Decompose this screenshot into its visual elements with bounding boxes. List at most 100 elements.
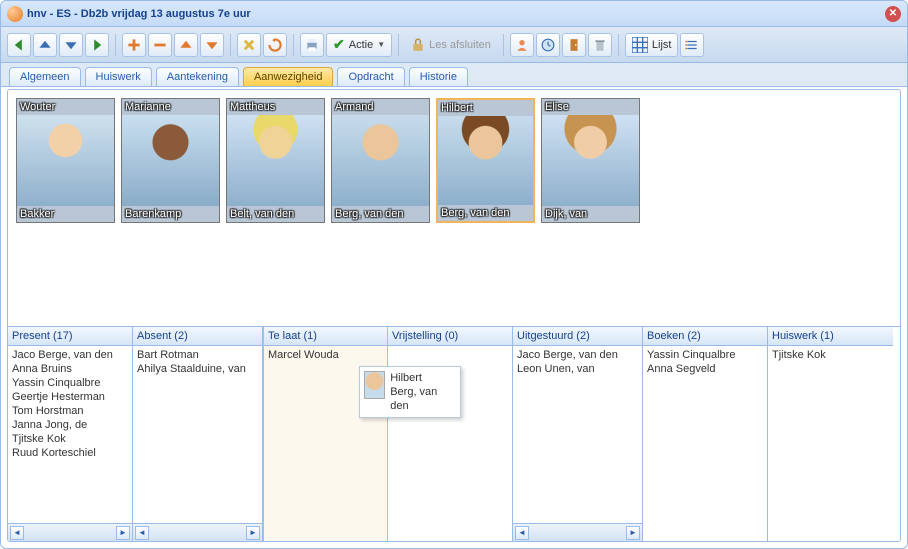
hscroll[interactable]: ◄►: [513, 523, 642, 541]
titlebar: hnv - ES - Db2b vrijdag 13 augustus 7e u…: [1, 1, 907, 27]
lijst-label: Lijst: [652, 39, 672, 51]
window-title: hnv - ES - Db2b vrijdag 13 augustus 7e u…: [27, 8, 885, 20]
cancel-button[interactable]: [237, 33, 261, 57]
student-lastname: Dijk, van: [545, 208, 587, 220]
remove-button[interactable]: [148, 33, 172, 57]
tab-huiswerk[interactable]: Huiswerk: [85, 67, 152, 86]
separator: [230, 34, 231, 56]
status-grid: Present (17) Jaco Berge, van den Anna Br…: [8, 326, 900, 541]
student-firstname: Hilbert: [441, 102, 473, 114]
check-icon: ✔: [333, 36, 345, 53]
column-header: Uitgestuurd (2): [513, 327, 642, 346]
actie-dropdown[interactable]: ✔ Actie ▼: [326, 33, 392, 57]
trash-button[interactable]: [588, 33, 612, 57]
move-down-button[interactable]: [200, 33, 224, 57]
column-absent: Absent (2) Bart Rotman Ahilya Staalduine…: [133, 327, 263, 541]
hscroll[interactable]: ◄►: [133, 523, 262, 541]
scroll-right-icon[interactable]: ►: [116, 526, 130, 540]
scroll-right-icon[interactable]: ►: [246, 526, 260, 540]
separator: [398, 34, 399, 56]
list-item[interactable]: Geertje Hesterman: [8, 390, 132, 404]
list-item[interactable]: Leon Unen, van: [513, 362, 642, 376]
print-button[interactable]: [300, 33, 324, 57]
list-item[interactable]: Yassin Cinqualbre: [643, 348, 767, 362]
window: hnv - ES - Db2b vrijdag 13 augustus 7e u…: [0, 0, 908, 549]
student-card[interactable]: Hilbert Berg, van den: [436, 98, 535, 223]
tooltip-photo: [364, 371, 385, 399]
student-lastname: Bakker: [20, 208, 54, 220]
list-item[interactable]: Ahilya Staalduine, van: [133, 362, 262, 376]
student-card[interactable]: Armand Berg, van den: [331, 98, 430, 223]
column-header: Vrijstelling (0): [388, 327, 512, 346]
student-cards: Wouter Bakker Marianne Barenkamp Mattheu…: [8, 90, 900, 326]
tooltip-lastname: Berg, van den: [390, 385, 456, 413]
list-item[interactable]: Jaco Berge, van den: [8, 348, 132, 362]
student-firstname: Armand: [335, 101, 374, 113]
nav-down-button[interactable]: [59, 33, 83, 57]
tooltip-firstname: Hilbert: [390, 371, 456, 385]
separator: [618, 34, 619, 56]
list-item[interactable]: Tjitske Kok: [8, 432, 132, 446]
student-firstname: Elise: [545, 101, 569, 113]
column-body[interactable]: Jaco Berge, van den Leon Unen, van: [513, 346, 642, 523]
add-button[interactable]: [122, 33, 146, 57]
student-card[interactable]: Elise Dijk, van: [541, 98, 640, 223]
list-item[interactable]: Bart Rotman: [133, 348, 262, 362]
student-photo: [542, 115, 639, 206]
close-icon[interactable]: ✕: [885, 6, 901, 22]
column-header: Huiswerk (1): [768, 327, 893, 346]
column-header: Absent (2): [133, 327, 262, 346]
student-lastname: Berg, van den: [441, 207, 510, 219]
student-lastname: Belt, van den: [230, 208, 294, 220]
les-afsluiten-button: Les afsluiten: [405, 38, 497, 52]
tab-opdracht[interactable]: Opdracht: [337, 67, 404, 86]
list-view-button[interactable]: [680, 33, 704, 57]
list-item[interactable]: Ruud Korteschiel: [8, 446, 132, 460]
student-firstname: Wouter: [20, 101, 55, 113]
list-item[interactable]: Tjitske Kok: [768, 348, 893, 362]
list-item[interactable]: Marcel Wouda: [264, 348, 387, 362]
nav-up-button[interactable]: [33, 33, 57, 57]
student-lastname: Berg, van den: [335, 208, 404, 220]
column-header: Te laat (1): [264, 327, 387, 346]
tab-algemeen[interactable]: Algemeen: [9, 67, 81, 86]
student-card[interactable]: Wouter Bakker: [16, 98, 115, 223]
scroll-left-icon[interactable]: ◄: [135, 526, 149, 540]
separator: [293, 34, 294, 56]
tab-aanwezigheid[interactable]: Aanwezigheid: [243, 67, 334, 86]
scroll-left-icon[interactable]: ◄: [515, 526, 529, 540]
column-body[interactable]: Bart Rotman Ahilya Staalduine, van: [133, 346, 262, 523]
scroll-right-icon[interactable]: ►: [626, 526, 640, 540]
list-item[interactable]: Jaco Berge, van den: [513, 348, 642, 362]
column-body[interactable]: Jaco Berge, van den Anna Bruins Yassin C…: [8, 346, 132, 523]
scroll-left-icon[interactable]: ◄: [10, 526, 24, 540]
tab-aantekening[interactable]: Aantekening: [156, 67, 239, 86]
lijst-button[interactable]: Lijst: [625, 33, 679, 57]
list-item[interactable]: Janna Jong, de: [8, 418, 132, 432]
nav-prev-button[interactable]: [7, 33, 31, 57]
column-header: Boeken (2): [643, 327, 767, 346]
student-card[interactable]: Mattheus Belt, van den: [226, 98, 325, 223]
list-item[interactable]: Yassin Cinqualbre: [8, 376, 132, 390]
student-firstname: Mattheus: [230, 101, 275, 113]
list-item[interactable]: Anna Bruins: [8, 362, 132, 376]
student-photo: [122, 115, 219, 206]
drag-tooltip: Hilbert Berg, van den: [359, 366, 461, 418]
door-button[interactable]: [562, 33, 586, 57]
lock-icon: [411, 38, 425, 52]
list-item[interactable]: Tom Horstman: [8, 404, 132, 418]
nav-next-button[interactable]: [85, 33, 109, 57]
clock-button[interactable]: [536, 33, 560, 57]
tab-historie[interactable]: Historie: [409, 67, 468, 86]
list-item[interactable]: Anna Segveld: [643, 362, 767, 376]
student-card[interactable]: Marianne Barenkamp: [121, 98, 220, 223]
refresh-button[interactable]: [263, 33, 287, 57]
app-icon: [7, 6, 23, 22]
hscroll[interactable]: ◄►: [8, 523, 132, 541]
column-body[interactable]: Yassin Cinqualbre Anna Segveld: [643, 346, 767, 541]
move-up-button[interactable]: [174, 33, 198, 57]
user-button[interactable]: [510, 33, 534, 57]
les-afsluiten-label: Les afsluiten: [429, 39, 491, 51]
column-body[interactable]: Tjitske Kok: [768, 346, 893, 541]
content: Wouter Bakker Marianne Barenkamp Mattheu…: [7, 89, 901, 542]
